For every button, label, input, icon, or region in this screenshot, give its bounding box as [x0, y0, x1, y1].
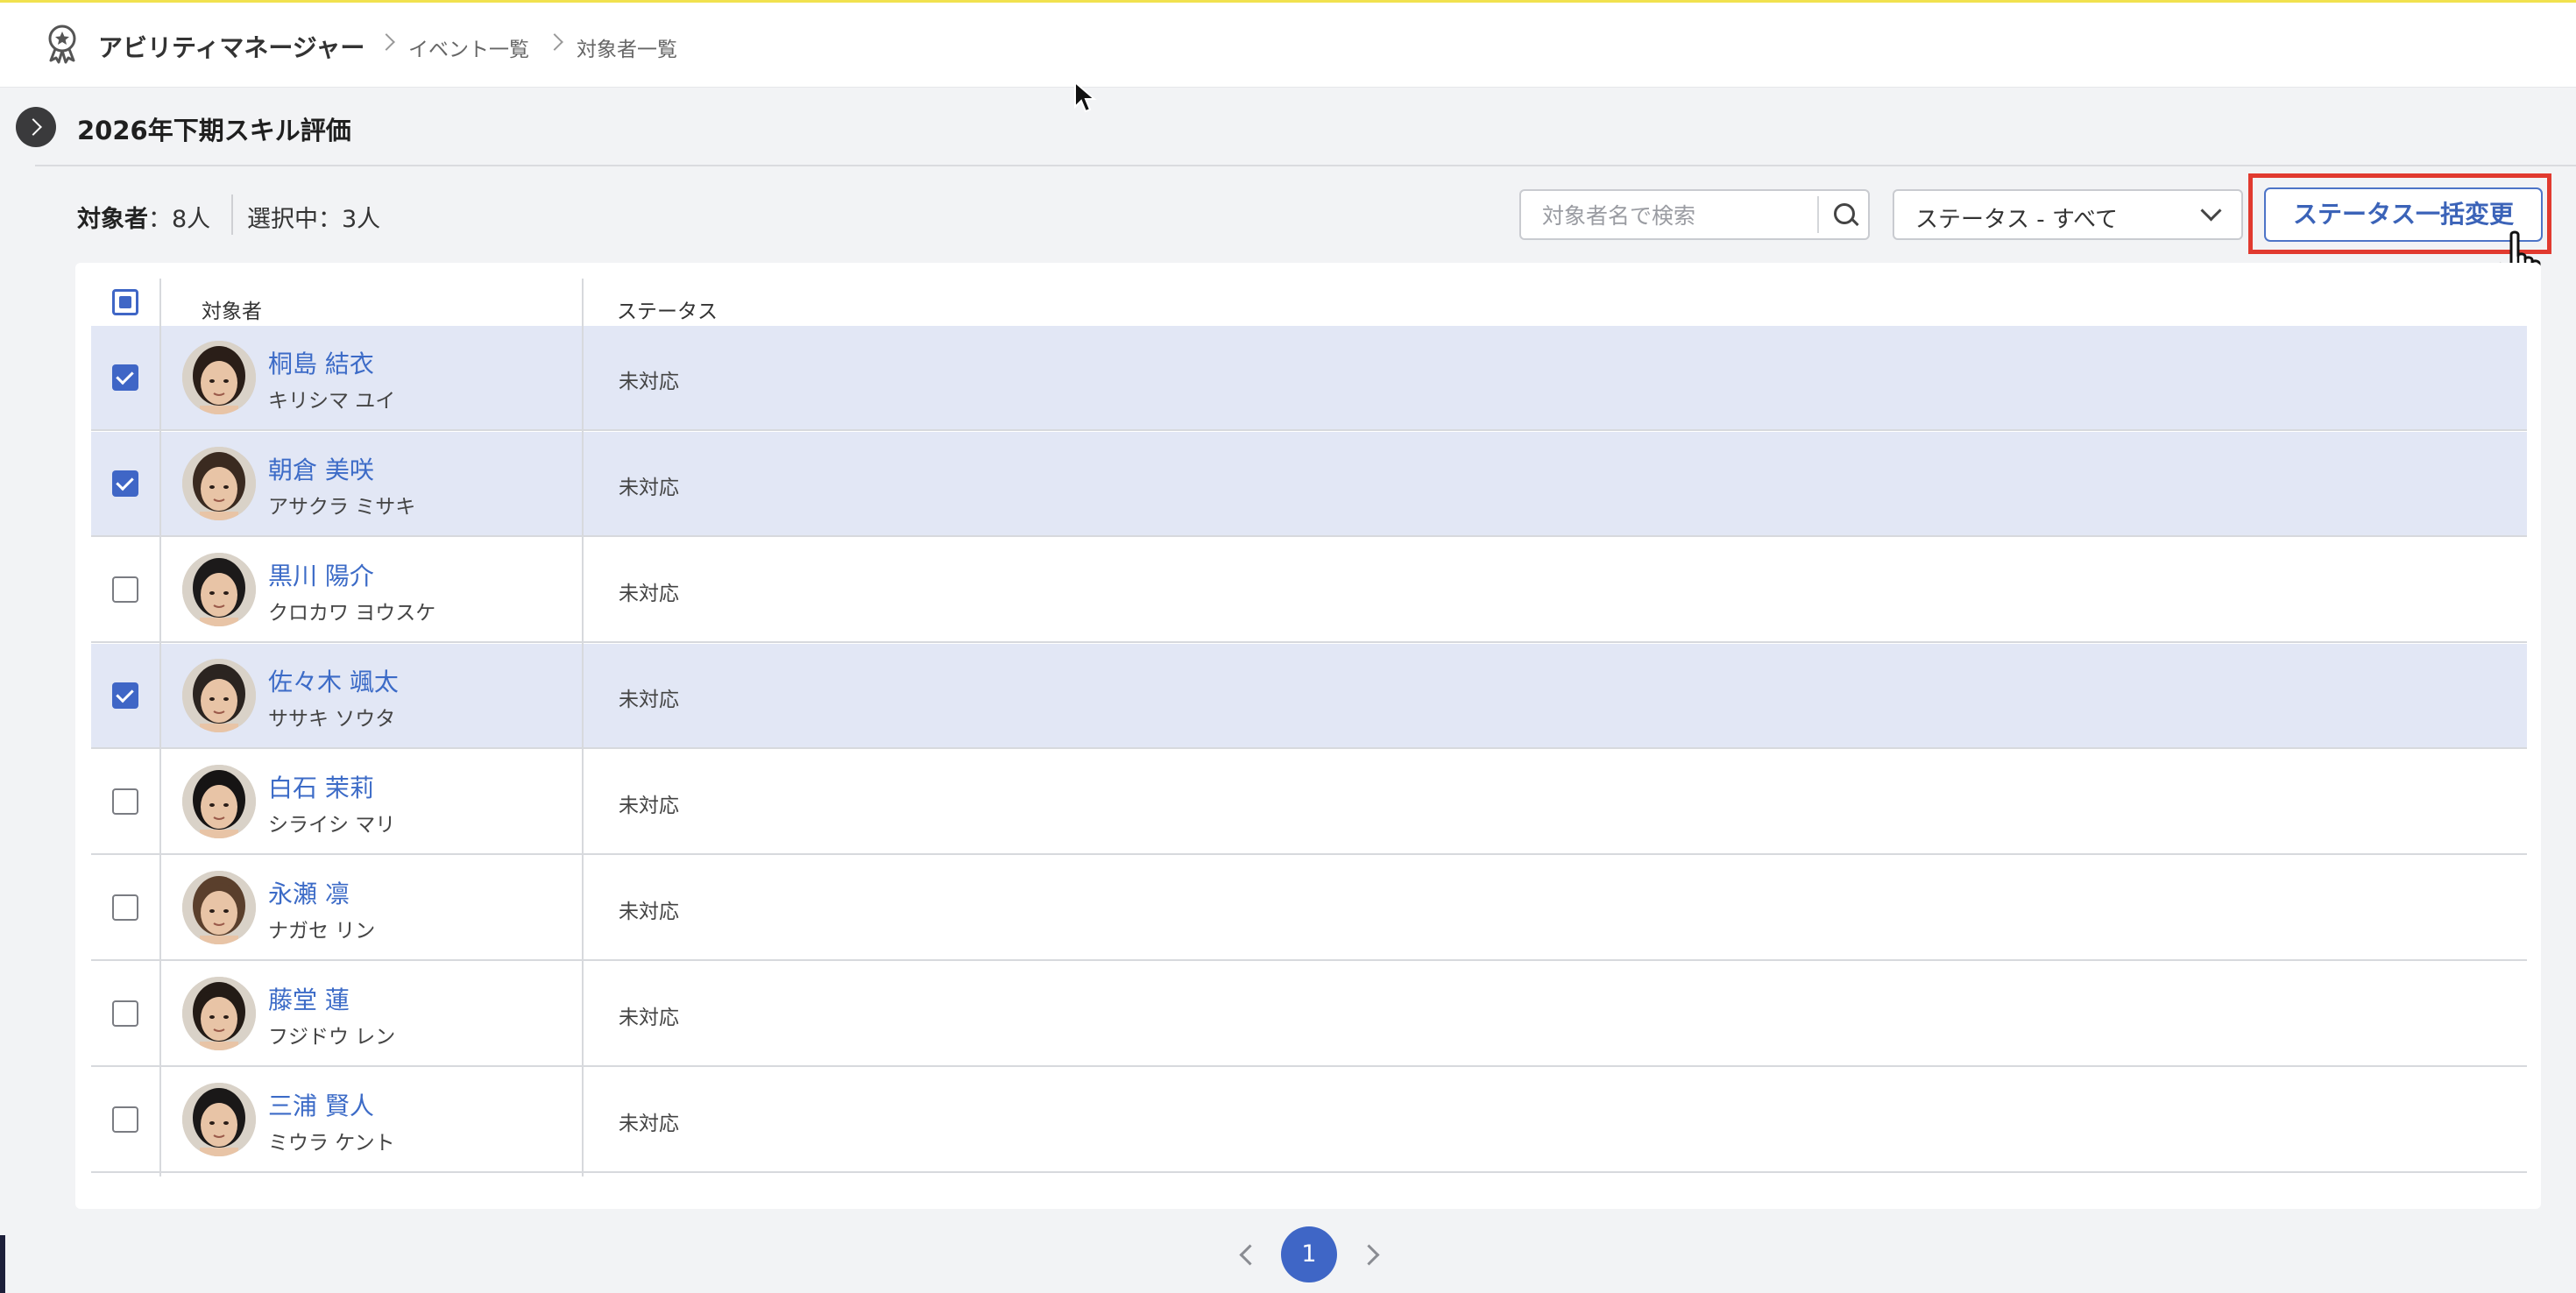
- target-name-kana: フジドウ レン: [268, 1026, 396, 1049]
- chevron-right-icon: [25, 118, 42, 136]
- status-filter-value: ステータス - すべて: [1915, 207, 2119, 233]
- row-checkbox[interactable]: [112, 1106, 138, 1133]
- target-name-link[interactable]: 永瀬 凛: [268, 875, 350, 910]
- table-row[interactable]: 桐島 結衣キリシマ ユイ 未対応: [91, 326, 2527, 431]
- mouse-pointer-icon: [1074, 81, 1097, 113]
- search-input[interactable]: [1523, 193, 1833, 238]
- row-checkbox[interactable]: [112, 894, 138, 921]
- avatar: [182, 977, 256, 1050]
- target-name-kana: ミウラ ケント: [268, 1132, 395, 1155]
- target-name-link[interactable]: 三浦 賢人: [268, 1087, 374, 1122]
- app-title[interactable]: アビリティマネージャー: [98, 29, 364, 64]
- column-divider: [159, 279, 161, 1176]
- select-all-checkbox[interactable]: [112, 289, 138, 315]
- column-header-status: ステータス: [617, 300, 718, 323]
- target-name-kana: ササキ ソウタ: [268, 708, 396, 731]
- column-divider: [582, 279, 584, 1176]
- target-name-link[interactable]: 桐島 結衣: [268, 345, 374, 380]
- avatar: [182, 765, 256, 838]
- table-row[interactable]: 朝倉 美咲アサクラ ミサキ 未対応: [91, 432, 2527, 537]
- selected-count: 選択中：3人: [247, 206, 381, 233]
- avatar: [182, 447, 256, 520]
- avatar: [182, 1083, 256, 1156]
- target-name-link[interactable]: 白石 茉莉: [268, 769, 374, 804]
- avatar: [182, 871, 256, 944]
- row-checkbox[interactable]: [112, 364, 138, 391]
- search-icon-handle: [1851, 217, 1859, 227]
- target-name-kana: シライシ マリ: [268, 814, 396, 837]
- chevron-right-icon: [378, 33, 395, 51]
- status-text: 未対応: [619, 477, 679, 499]
- sidebar-toggle-button[interactable]: [16, 107, 56, 147]
- table-row[interactable]: 三浦 賢人ミウラ ケント 未対応: [91, 1068, 2527, 1173]
- breadcrumb-event-list[interactable]: イベント一覧: [408, 32, 529, 62]
- status-text: 未対応: [619, 901, 679, 923]
- row-checkbox[interactable]: [112, 470, 138, 497]
- search-divider: [1817, 196, 1819, 233]
- status-text: 未対応: [619, 795, 679, 817]
- previous-page-button[interactable]: [1239, 1244, 1261, 1266]
- target-count-value: ：8人: [148, 206, 211, 233]
- target-name-kana: クロカワ ヨウスケ: [268, 602, 436, 625]
- column-header-target: 対象者: [202, 300, 262, 323]
- page-title: 2026年下期スキル評価: [77, 116, 351, 145]
- chevron-down-icon: [2200, 200, 2222, 222]
- table-row[interactable]: 白石 茉莉シライシ マリ 未対応: [91, 750, 2527, 855]
- row-checkbox[interactable]: [112, 576, 138, 603]
- status-text: 未対応: [619, 583, 679, 605]
- status-text: 未対応: [619, 1113, 679, 1135]
- avatar: [182, 553, 256, 626]
- search-box: [1519, 189, 1870, 240]
- target-name-kana: キリシマ ユイ: [268, 390, 396, 413]
- table-row[interactable]: 永瀬 凛ナガセ リン 未対応: [91, 856, 2527, 961]
- avatar: [182, 659, 256, 732]
- target-name-link[interactable]: 佐々木 颯太: [268, 663, 399, 698]
- target-count: 対象者：8人: [77, 200, 210, 234]
- table-row[interactable]: 黒川 陽介クロカワ ヨウスケ 未対応: [91, 538, 2527, 643]
- breadcrumb-target-list: 対象者一覧: [577, 39, 677, 61]
- title-divider: [35, 165, 2576, 166]
- target-name-link[interactable]: 朝倉 美咲: [268, 451, 374, 486]
- target-name-kana: アサクラ ミサキ: [268, 496, 416, 519]
- table-header: 対象者 ステータス: [91, 279, 2527, 328]
- table-row[interactable]: 佐々木 颯太ササキ ソウタ 未対応: [91, 644, 2527, 749]
- target-count-label: 対象者: [77, 206, 148, 233]
- award-badge-icon: [48, 25, 76, 64]
- table-row[interactable]: 藤堂 蓮フジドウ レン 未対応: [91, 962, 2527, 1067]
- next-page-button[interactable]: [1358, 1244, 1380, 1266]
- search-button[interactable]: [1822, 194, 1866, 237]
- avatar: [182, 341, 256, 414]
- chevron-right-icon: [546, 33, 563, 51]
- status-filter-select[interactable]: ステータス - すべて: [1893, 189, 2243, 240]
- row-checkbox[interactable]: [112, 788, 138, 815]
- app-header: アビリティマネージャー イベント一覧 対象者一覧: [0, 3, 2576, 88]
- row-checkbox[interactable]: [112, 682, 138, 709]
- page-number-current[interactable]: 1: [1281, 1226, 1337, 1282]
- target-name-link[interactable]: 黒川 陽介: [268, 557, 374, 592]
- status-text: 未対応: [619, 371, 679, 393]
- target-name-kana: ナガセ リン: [268, 920, 376, 943]
- row-checkbox[interactable]: [112, 1000, 138, 1027]
- pagination: 1: [0, 1226, 2576, 1282]
- target-table: 対象者 ステータス 桐島 結衣 キリシマ ユイ 未対応 朝倉 美咲 アサクラ ミサキ 未対…: [75, 263, 2541, 1209]
- target-name-link[interactable]: 藤堂 蓮: [268, 981, 350, 1016]
- status-text: 未対応: [619, 689, 679, 711]
- count-divider: [231, 194, 233, 235]
- status-text: 未対応: [619, 1007, 679, 1029]
